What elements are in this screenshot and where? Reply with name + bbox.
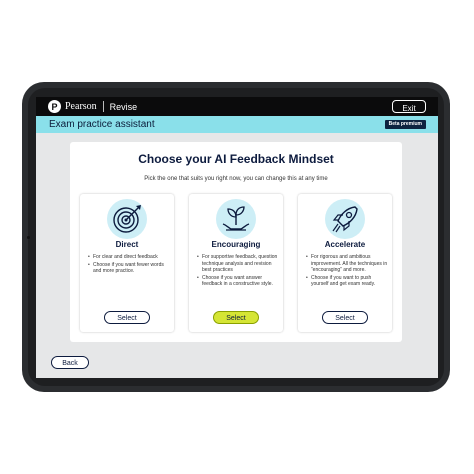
mindset-card-accelerate: Accelerate For rigorous and ambitious im… (298, 194, 392, 332)
top-bar: P Pearson Revise Exit (36, 97, 438, 116)
card-bullet: For rigorous and ambitious improvement. … (306, 254, 388, 274)
card-bullets: For rigorous and ambitious improvement. … (306, 254, 388, 289)
panel-subtitle: Pick the one that suits you right now, y… (144, 176, 328, 182)
mindset-card-direct: Direct For clear and direct feedback Cho… (80, 194, 174, 332)
card-bullet: Choose if you want answer feedback in a … (197, 275, 279, 288)
page-title: Exam practice assistant (49, 119, 155, 130)
pearson-logo-icon: P (48, 100, 61, 113)
card-bullet: Choose if you want to push yourself and … (306, 275, 388, 288)
exit-button[interactable]: Exit (392, 100, 426, 113)
brand-name: Pearson (65, 101, 97, 112)
mindset-card-encouraging: Encouraging For supportive feedback, que… (189, 194, 283, 332)
brand-divider (102, 101, 104, 112)
select-direct-button[interactable]: Select (104, 311, 150, 324)
product-name: Revise (109, 101, 138, 112)
assistant-header: Exam practice assistant Beta premium (36, 116, 438, 133)
card-bullets: For clear and direct feedback Choose if … (88, 254, 170, 276)
select-accelerate-button[interactable]: Select (322, 311, 368, 324)
target-icon (107, 199, 147, 239)
card-bullets: For supportive feedback, question techni… (197, 254, 279, 289)
mindset-panel: Choose your AI Feedback Mindset Pick the… (70, 142, 402, 342)
card-bullet: For supportive feedback, question techni… (197, 254, 279, 274)
app-screen: P Pearson Revise Exit Exam practice assi… (36, 97, 438, 378)
beta-premium-badge: Beta premium (384, 120, 426, 129)
card-bullet: For clear and direct feedback (88, 254, 170, 261)
card-bullet: Choose if you want fewer words and more … (88, 262, 170, 275)
tablet-camera (27, 236, 30, 239)
select-encouraging-button[interactable]: Select (213, 311, 259, 324)
card-title: Encouraging (211, 240, 261, 249)
rocket-icon (325, 199, 365, 239)
seedling-hands-icon (216, 199, 256, 239)
card-title: Direct (115, 240, 139, 249)
panel-heading: Choose your AI Feedback Mindset (138, 152, 334, 166)
back-button[interactable]: Back (51, 356, 89, 369)
card-title: Accelerate (324, 240, 366, 249)
brand: P Pearson Revise (48, 100, 137, 113)
